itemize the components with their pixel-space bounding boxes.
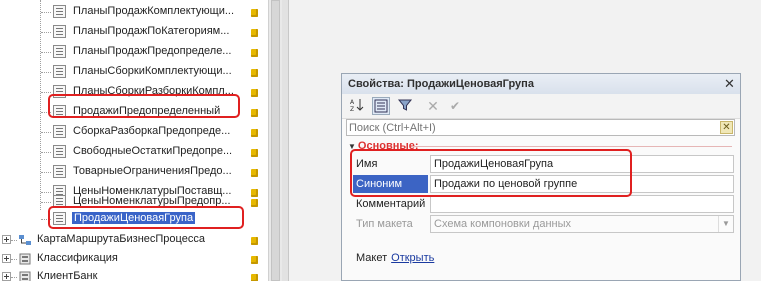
maket-row: Макет Открыть (356, 252, 434, 264)
scrollbar-thumb[interactable] (271, 0, 280, 281)
layout-type-label: Тип макета (356, 218, 413, 230)
layout-icon (53, 165, 66, 178)
tree-item-business-process[interactable]: КартаМаршрутаБизнесПроцесса (0, 230, 268, 250)
support-marker-icon (251, 109, 258, 117)
open-maket-link[interactable]: Открыть (391, 252, 434, 264)
expand-icon[interactable] (2, 235, 11, 244)
properties-title-bar[interactable]: Свойства: ПродажиЦеноваяГрупа ✕ (342, 74, 740, 95)
clear-icon[interactable]: ✕ (424, 97, 442, 115)
support-marker-icon (251, 49, 258, 57)
annotation-highlight-box (350, 149, 632, 197)
tree-item-classification[interactable]: Классификация (0, 249, 268, 269)
tree-item-label: Классификация (37, 252, 118, 264)
support-marker-icon (251, 29, 258, 37)
clear-search-icon[interactable]: ✕ (720, 121, 733, 134)
properties-toolbar: AZ ✕ ✔ (342, 94, 740, 119)
tree-item-label: ПланыПродажПредопределе... (73, 45, 232, 57)
layout-icon (53, 125, 66, 138)
close-icon[interactable]: ✕ (723, 77, 736, 90)
tree-item[interactable]: ПланыПродажПоКатегориям... (0, 22, 268, 42)
properties-panel: Свойства: ПродажиЦеноваяГрупа ✕ AZ ✕ ✔ ✕… (341, 73, 741, 281)
support-marker-icon (251, 9, 258, 17)
tree-item[interactable]: ПланыСборкиКомплектующи... (0, 62, 268, 82)
filter-icon[interactable] (396, 97, 414, 115)
layout-icon (53, 5, 66, 18)
subsystem-icon (19, 271, 31, 281)
tree-item-label: КлиентБанк (37, 270, 98, 281)
layout-icon (53, 25, 66, 38)
support-marker-icon (251, 274, 258, 281)
support-marker-icon (251, 149, 258, 157)
tree-item-label: СборкаРазборкаПредопреде... (73, 125, 231, 137)
sort-alphabetical-icon[interactable]: AZ (348, 97, 366, 115)
support-marker-icon (251, 199, 258, 207)
expand-icon[interactable] (2, 272, 11, 281)
properties-title: Свойства: ПродажиЦеноваяГрупа (348, 78, 534, 90)
support-marker-icon (251, 69, 258, 77)
tree-item-label: КартаМаршрутаБизнесПроцесса (37, 233, 205, 245)
maket-label: Макет (356, 252, 388, 264)
layout-icon (53, 145, 66, 158)
tree-item[interactable]: ТоварныеОграниченияПредо... (0, 162, 268, 182)
subsystem-icon (19, 253, 31, 265)
support-marker-icon (251, 237, 258, 245)
tree-scrollbar[interactable] (268, 0, 283, 281)
expand-icon[interactable] (2, 254, 11, 263)
annotation-highlight-box (48, 94, 240, 118)
tree-item-label: ПланыСборкиКомплектующи... (73, 65, 232, 77)
comment-field[interactable] (430, 195, 734, 213)
tree-item-label: ПланыПродажКомплектующи... (73, 5, 235, 17)
tree-item[interactable]: СборкаРазборкаПредопреде... (0, 122, 268, 142)
layout-type-select[interactable]: Схема компоновки данных ▼ (430, 215, 734, 233)
metadata-tree[interactable]: ПланыПродажКомплектующи... ПланыПродажПо… (0, 0, 268, 281)
group-by-category-icon[interactable] (372, 97, 390, 115)
layout-icon (53, 45, 66, 58)
tree-item[interactable]: ПланыПродажКомплектующи... (0, 2, 268, 22)
check-icon[interactable]: ✔ (446, 97, 464, 115)
section-divider (412, 146, 732, 147)
svg-text:Z: Z (350, 106, 354, 113)
support-marker-icon (251, 89, 258, 97)
svg-text:A: A (350, 99, 355, 106)
support-marker-icon (251, 256, 258, 264)
tree-item-label: ПланыПродажПоКатегориям... (73, 25, 230, 37)
tree-item[interactable]: СвободныеОстаткиПредопре... (0, 142, 268, 162)
support-marker-icon (251, 169, 258, 177)
business-process-icon (19, 235, 31, 245)
layout-type-value: Схема компоновки данных (434, 218, 572, 230)
panel-splitter[interactable] (282, 0, 289, 281)
search-input[interactable] (349, 120, 709, 135)
tree-item-client-bank[interactable]: КлиентБанк (0, 267, 268, 281)
support-marker-icon (251, 129, 258, 137)
tree-item-label: СвободныеОстаткиПредопре... (73, 145, 233, 157)
layout-icon (53, 65, 66, 78)
tree-item-label: ТоварныеОграниченияПредо... (73, 165, 232, 177)
properties-search: ✕ (346, 119, 735, 136)
tree-item[interactable]: ПланыПродажПредопределе... (0, 42, 268, 62)
annotation-highlight-box (48, 206, 244, 229)
comment-label: Комментарий (356, 198, 426, 210)
chevron-down-icon[interactable]: ▼ (718, 216, 733, 232)
